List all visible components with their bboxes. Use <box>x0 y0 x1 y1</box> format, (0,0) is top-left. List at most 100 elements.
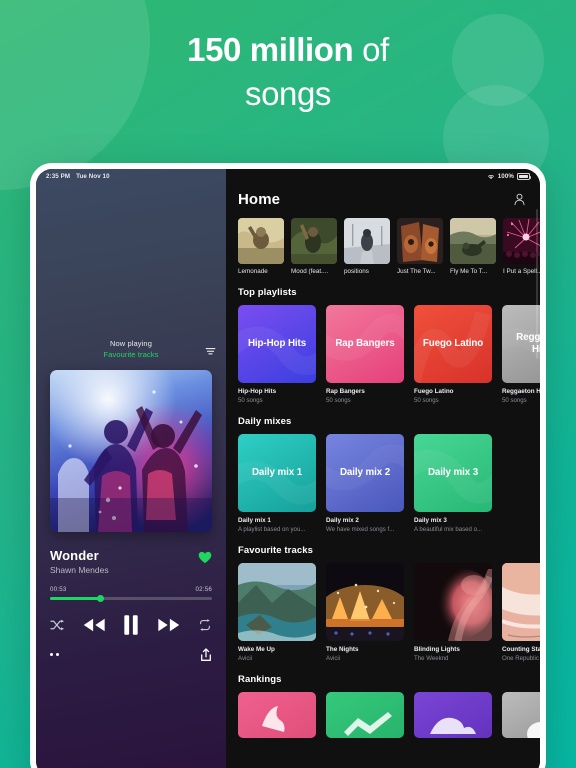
seek-knob[interactable] <box>96 594 104 602</box>
recently-played-item[interactable]: Lemonade <box>238 218 284 275</box>
headline-line-two: songs <box>244 75 332 112</box>
daily-mix-card[interactable]: Daily mix 2 Daily mix 2 We have mixed so… <box>326 434 404 533</box>
album-art-just-the-two <box>397 218 443 264</box>
hero-headline: 150 million of songs <box>0 28 576 116</box>
shuffle-icon[interactable] <box>50 619 64 631</box>
headline-bold-part: 150 million <box>187 31 354 68</box>
ranking-tile[interactable] <box>238 692 316 738</box>
playlist-card-row[interactable]: Hip-Hop Hits Hip-Hop Hits 50 songs Rap B… <box>238 305 540 404</box>
favourite-track-card[interactable]: Wake Me Up Avicii <box>238 563 316 662</box>
now-playing-panel: Now playing Favourite tracks Wonder Shaw… <box>36 169 226 768</box>
daily-mix-card-row[interactable]: Daily mix 1 Daily mix 1 A playlist based… <box>238 434 540 533</box>
daily-mix-tile[interactable]: Daily mix 3 <box>414 434 492 512</box>
album-thumbnail[interactable] <box>450 218 496 264</box>
daily-mix-card[interactable]: Daily mix 3 Daily mix 3 A beautiful mix … <box>414 434 492 533</box>
share-icon[interactable] <box>200 647 212 662</box>
more-options-icon[interactable] <box>50 652 60 657</box>
pause-icon[interactable] <box>123 614 139 636</box>
status-bar-time: 2:35 PM <box>46 173 71 180</box>
duration-time: 02:56 <box>195 586 212 593</box>
ranking-card[interactable] <box>238 692 316 738</box>
playlist-card[interactable]: Reggaeton Hits Reggaeton Hits 50 songs <box>502 305 540 404</box>
favourite-track-card[interactable]: Counting Stars One Republic <box>502 563 540 662</box>
recently-played-item[interactable]: Mood (feat.... <box>291 218 337 275</box>
track-artwork[interactable] <box>502 563 540 641</box>
playlist-card[interactable]: Rap Bangers Rap Bangers 50 songs <box>326 305 404 404</box>
favourite-track-card[interactable]: The Nights Avicii <box>326 563 404 662</box>
playlist-subtitle: 50 songs <box>238 397 263 404</box>
tablet-device-frame: 2:35 PM Tue Nov 10 100% Now playing Favo… <box>30 163 546 768</box>
section-title: Top playlists <box>238 287 297 298</box>
recently-played-item[interactable]: positions <box>344 218 390 275</box>
album-art-fly-me-to-the-moon <box>450 218 496 264</box>
now-playing-source[interactable]: Favourite tracks <box>50 350 212 359</box>
daily-mix-tile-text: Daily mix 3 <box>427 467 479 478</box>
track-artist-name: One Republic <box>502 655 539 662</box>
album-thumbnail[interactable] <box>291 218 337 264</box>
repeat-icon[interactable] <box>198 618 212 631</box>
track-name: Counting Stars <box>502 646 540 653</box>
playlist-tile[interactable]: Hip-Hop Hits <box>238 305 316 383</box>
rankings-card-row[interactable] <box>238 692 540 738</box>
daily-mix-tile[interactable]: Daily mix 1 <box>238 434 316 512</box>
recently-played-item[interactable]: Just The Tw... <box>397 218 443 275</box>
playlist-tile[interactable]: Fuego Latino <box>414 305 492 383</box>
daily-mix-tile[interactable]: Daily mix 2 <box>326 434 404 512</box>
playlist-tile[interactable]: Reggaeton Hits <box>502 305 540 383</box>
track-artwork[interactable] <box>414 563 492 641</box>
recently-played-item[interactable]: I Put a Spell... <box>503 218 540 275</box>
album-thumbnail[interactable] <box>397 218 443 264</box>
home-content-area[interactable]: Home Lemonade Mood (feat.... positions J… <box>226 169 540 768</box>
album-label: Mood (feat.... <box>291 268 329 275</box>
headline-rest-part: of <box>353 31 389 68</box>
ranking-tile[interactable] <box>326 692 404 738</box>
daily-mix-card[interactable]: Daily mix 1 Daily mix 1 A playlist based… <box>238 434 316 533</box>
playlist-subtitle: 50 songs <box>414 397 439 404</box>
playlist-name: Rap Bangers <box>326 388 365 395</box>
ranking-tile[interactable] <box>414 692 492 738</box>
recently-played-item[interactable]: Fly Me To T... <box>450 218 496 275</box>
section-rankings: Rankings <box>238 674 540 738</box>
account-icon[interactable] <box>513 193 526 206</box>
daily-mix-subtitle: We have mixed songs f... <box>326 526 395 533</box>
album-artwork-image <box>50 370 212 532</box>
playlist-tile[interactable]: Rap Bangers <box>326 305 404 383</box>
section-daily-mixes: Daily mixes Daily mix 1 Daily mix 1 A pl… <box>238 416 540 533</box>
playlist-tile-text: Reggaeton Hits <box>516 332 540 355</box>
track-artwork[interactable] <box>326 563 404 641</box>
seek-slider[interactable] <box>50 594 212 602</box>
heart-filled-icon[interactable] <box>198 551 212 564</box>
playlist-subtitle: 50 songs <box>326 397 351 404</box>
daily-mix-tile-text: Daily mix 2 <box>339 467 391 478</box>
playlist-card[interactable]: Fuego Latino Fuego Latino 50 songs <box>414 305 492 404</box>
fast-forward-icon[interactable] <box>157 617 181 633</box>
favourite-track-row[interactable]: Wake Me Up Avicii The Nights Avicii Blin… <box>238 563 540 662</box>
track-artwork[interactable] <box>238 563 316 641</box>
ranking-card[interactable] <box>326 692 404 738</box>
playback-controls <box>50 614 212 636</box>
recently-played-strip[interactable]: Lemonade Mood (feat.... positions Just T… <box>238 218 540 275</box>
playlist-card[interactable]: Hip-Hop Hits Hip-Hop Hits 50 songs <box>238 305 316 404</box>
ranking-tile[interactable] <box>502 692 540 738</box>
album-thumbnail[interactable] <box>238 218 284 264</box>
track-artist-name: Avicii <box>238 655 253 662</box>
rewind-icon[interactable] <box>82 617 106 633</box>
album-artwork[interactable] <box>50 370 212 532</box>
status-bar: 2:35 PM Tue Nov 10 100% <box>36 169 540 184</box>
album-thumbnail[interactable] <box>503 218 540 264</box>
album-art-mood <box>291 218 337 264</box>
favourite-track-card[interactable]: Blinding Lights The Weeknd <box>414 563 492 662</box>
ranking-card[interactable] <box>414 692 492 738</box>
promo-stage: 150 million of songs 2:35 PM Tue Nov 10 … <box>0 0 576 768</box>
queue-list-icon[interactable] <box>205 347 216 356</box>
secondary-controls <box>50 647 212 662</box>
ranking-decoration-icon <box>430 717 476 734</box>
track-artist: Shawn Mendes <box>50 565 109 575</box>
section-favourite-tracks: Favourite tracks Wake Me Up Avicii The N… <box>238 545 540 662</box>
wifi-icon <box>487 174 494 179</box>
album-thumbnail[interactable] <box>344 218 390 264</box>
ranking-card[interactable] <box>502 692 540 738</box>
album-art-positions <box>344 218 390 264</box>
now-playing-header: Now playing Favourite tracks <box>50 339 216 359</box>
section-title: Daily mixes <box>238 416 292 427</box>
